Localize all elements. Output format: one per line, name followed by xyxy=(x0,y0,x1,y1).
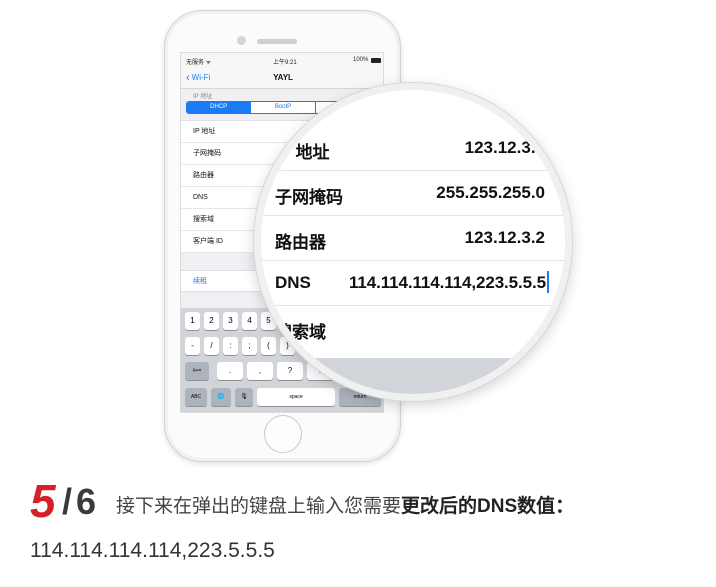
text-cursor xyxy=(547,271,549,293)
key-slash[interactable]: / xyxy=(204,337,219,355)
mag-row-dns[interactable]: DNS 114.114.114.114,223.5.5.5 xyxy=(261,261,565,306)
front-camera xyxy=(237,36,246,45)
step-separator: / xyxy=(62,481,73,522)
mag-router-value: 123.12.3.2 xyxy=(464,228,545,247)
key-4[interactable]: 4 xyxy=(242,312,257,330)
home-button[interactable] xyxy=(264,415,302,453)
status-bar: 无服务 ᯤ 上午9:21 100% xyxy=(181,53,383,67)
carrier-label: 无服务 ᯤ xyxy=(186,60,212,66)
instruction-plain: 接下来在弹出的键盘上输入您需要 xyxy=(116,496,402,517)
battery-icon xyxy=(371,58,381,63)
key-semicolon[interactable]: ; xyxy=(242,337,257,355)
mag-dns-label: DNS xyxy=(275,273,311,292)
status-time: 上午9:21 xyxy=(273,60,297,66)
magnifier-lens: IP 地址 123.12.3.2 子网掩码 255.255.255.0 路由器 … xyxy=(254,83,572,401)
key-dash[interactable]: - xyxy=(185,337,200,355)
mag-dns-input[interactable]: 114.114.114.114,223.5.5.5 xyxy=(332,273,546,293)
step-current-number: 5 xyxy=(30,475,56,527)
page-title: YAYL xyxy=(273,73,293,82)
key-2[interactable]: 2 xyxy=(204,312,219,330)
mag-search-label: 搜索域 xyxy=(275,323,326,342)
segment-dhcp[interactable]: DHCP xyxy=(187,102,252,113)
key-3[interactable]: 3 xyxy=(223,312,238,330)
mag-row-ip: IP 地址 123.12.3.2 xyxy=(261,126,565,171)
key-symbols[interactable]: #+= xyxy=(185,362,209,380)
key-period[interactable]: . xyxy=(217,362,243,380)
navigation-bar: ‹ Wi-Fi YAYL xyxy=(181,67,383,89)
key-abc[interactable]: ABC xyxy=(185,388,207,406)
instruction-emphasis: 更改后的DNS数值： xyxy=(401,496,575,517)
key-colon[interactable]: : xyxy=(223,337,238,355)
ip-section-label: IP 地址 xyxy=(193,94,213,100)
key-1[interactable]: 1 xyxy=(185,312,200,330)
mag-subnet-value: 255.255.255.0 xyxy=(436,183,545,202)
magnified-view: IP 地址 123.12.3.2 子网掩码 255.255.255.0 路由器 … xyxy=(261,90,565,394)
globe-icon[interactable]: 🌐 xyxy=(211,388,231,406)
earpiece-speaker xyxy=(257,39,297,44)
mag-row-router: 路由器 123.12.3.2 xyxy=(261,216,565,261)
mag-row-subnet: 子网掩码 255.255.255.0 xyxy=(261,171,565,216)
mag-ip-value: 123.12.3.2 xyxy=(464,138,545,157)
battery-percent: 100% xyxy=(353,57,369,63)
step-total-number: 6 xyxy=(76,481,97,522)
microphone-icon[interactable]: 🎙 xyxy=(235,388,253,406)
dns-value-caption: 114.114.114.114,223.5.5.5 xyxy=(30,539,275,562)
mag-row-search: 搜索域 xyxy=(261,306,565,351)
instruction-text: 接下来在弹出的键盘上输入您需要更改后的DNS数值： xyxy=(116,494,574,520)
